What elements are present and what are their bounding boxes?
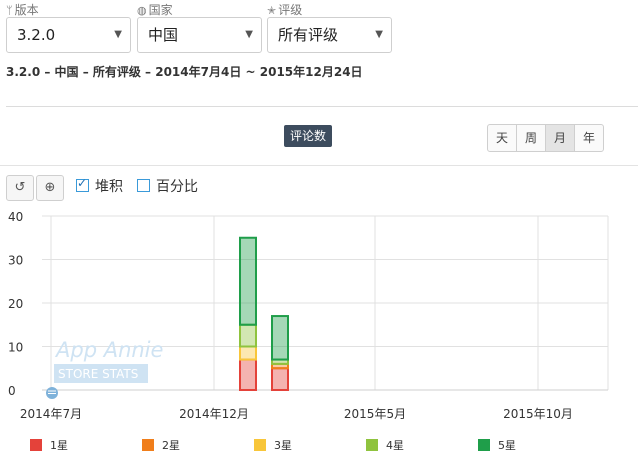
rating-label-text: 评级 xyxy=(278,3,303,17)
chevron-down-icon: ▼ xyxy=(375,29,383,40)
x-tick-label: 2014年12月 xyxy=(179,407,249,421)
divider xyxy=(0,165,638,166)
zoom-button[interactable]: ⊕ xyxy=(36,175,64,201)
bar-segment[interactable] xyxy=(271,367,289,391)
country-select[interactable]: 中国 ▼ xyxy=(137,17,262,53)
chart-bars xyxy=(239,236,289,392)
legend-swatch xyxy=(366,439,378,451)
percent-option[interactable]: 百分比 xyxy=(137,176,198,196)
x-tick-label: 2015年10月 xyxy=(503,407,573,421)
bar-segment[interactable] xyxy=(239,323,257,348)
star-icon: ✭ xyxy=(267,4,277,17)
globe-icon: ◍ xyxy=(137,4,147,17)
legend-swatch xyxy=(254,439,266,451)
undo-icon: ↺ xyxy=(14,180,26,195)
legend-label: 3星 xyxy=(274,439,292,452)
legend-item[interactable]: 5星 xyxy=(478,437,516,453)
bar-segment[interactable] xyxy=(239,358,257,392)
y-tick-label: 40 xyxy=(8,210,23,224)
stacked-checkbox[interactable] xyxy=(76,176,89,192)
y-axis-labels: 0 10 20 30 40 xyxy=(8,210,23,398)
legend-swatch xyxy=(142,439,154,451)
y-tick-label: 0 xyxy=(8,384,16,398)
chevron-down-icon: ▼ xyxy=(114,29,122,40)
chart-grid xyxy=(42,215,609,391)
legend-item[interactable]: 4星 xyxy=(366,437,404,453)
country-select-value: 中国 xyxy=(148,26,179,44)
legend-swatch xyxy=(30,439,42,451)
chevron-down-icon: ▼ xyxy=(245,29,253,40)
rating-filter-label: ✭ 评级 xyxy=(267,1,302,18)
metric-chip[interactable]: 评论数 xyxy=(284,125,333,147)
watermark-line1: App Annie xyxy=(54,338,163,362)
version-select[interactable]: 3.2.0 ▼ xyxy=(6,17,131,53)
period-toggle: 天 周 月 年 xyxy=(487,124,604,152)
period-day-button[interactable]: 天 xyxy=(488,125,516,151)
comment-icon[interactable] xyxy=(46,387,58,399)
divider xyxy=(6,106,638,107)
legend-label: 5星 xyxy=(498,439,516,452)
legend-item[interactable]: 1星 xyxy=(30,437,68,453)
legend-label: 4星 xyxy=(386,439,404,452)
x-tick-label: 2014年7月 xyxy=(20,407,82,421)
period-year-button[interactable]: 年 xyxy=(574,125,603,151)
x-axis-labels: 2014年7月 2014年12月 2015年5月 2015年10月 xyxy=(20,407,573,421)
version-label-text: 版本 xyxy=(14,3,39,17)
bar-segment[interactable] xyxy=(239,345,257,361)
reviews-chart: App Annie STORE STATS 010203040 2014年7月 2… xyxy=(8,210,609,421)
period-month-button[interactable]: 月 xyxy=(545,125,574,151)
rating-select[interactable]: 所有评级 ▼ xyxy=(267,17,392,53)
percent-label: 百分比 xyxy=(156,179,198,195)
legend-item[interactable]: 3星 xyxy=(254,437,292,453)
zoom-in-icon: ⊕ xyxy=(44,180,56,195)
stacked-label: 堆积 xyxy=(95,179,123,195)
reset-zoom-button[interactable]: ↺ xyxy=(6,175,34,201)
legend-item[interactable]: 2星 xyxy=(142,437,180,453)
x-tick-label: 2015年5月 xyxy=(344,407,406,421)
app-annie-watermark: App Annie STORE STATS xyxy=(54,338,163,383)
legend-label: 1星 xyxy=(50,439,68,452)
bar-segment[interactable] xyxy=(239,236,257,326)
rating-select-value: 所有评级 xyxy=(278,26,339,44)
version-filter-label: ᛘ 版本 xyxy=(6,1,39,18)
legend-label: 2星 xyxy=(162,439,180,452)
bar-segment[interactable] xyxy=(271,315,289,361)
period-week-button[interactable]: 周 xyxy=(516,125,545,151)
y-tick-label: 20 xyxy=(8,297,23,311)
watermark-line2: STORE STATS xyxy=(58,367,138,381)
date-range-title: 3.2.0 – 中国 – 所有评级 – 2014年7月4日 ~ 2015年12月… xyxy=(6,65,363,79)
stacked-option[interactable]: 堆积 xyxy=(76,176,123,196)
country-label-text: 国家 xyxy=(148,3,173,17)
y-tick-label: 10 xyxy=(8,341,23,355)
country-filter-label: ◍ 国家 xyxy=(137,1,173,18)
legend-swatch xyxy=(478,439,490,451)
version-select-value: 3.2.0 xyxy=(17,26,56,44)
percent-checkbox[interactable] xyxy=(137,179,150,192)
branch-icon: ᛘ xyxy=(6,4,13,17)
y-tick-label: 30 xyxy=(8,254,23,268)
